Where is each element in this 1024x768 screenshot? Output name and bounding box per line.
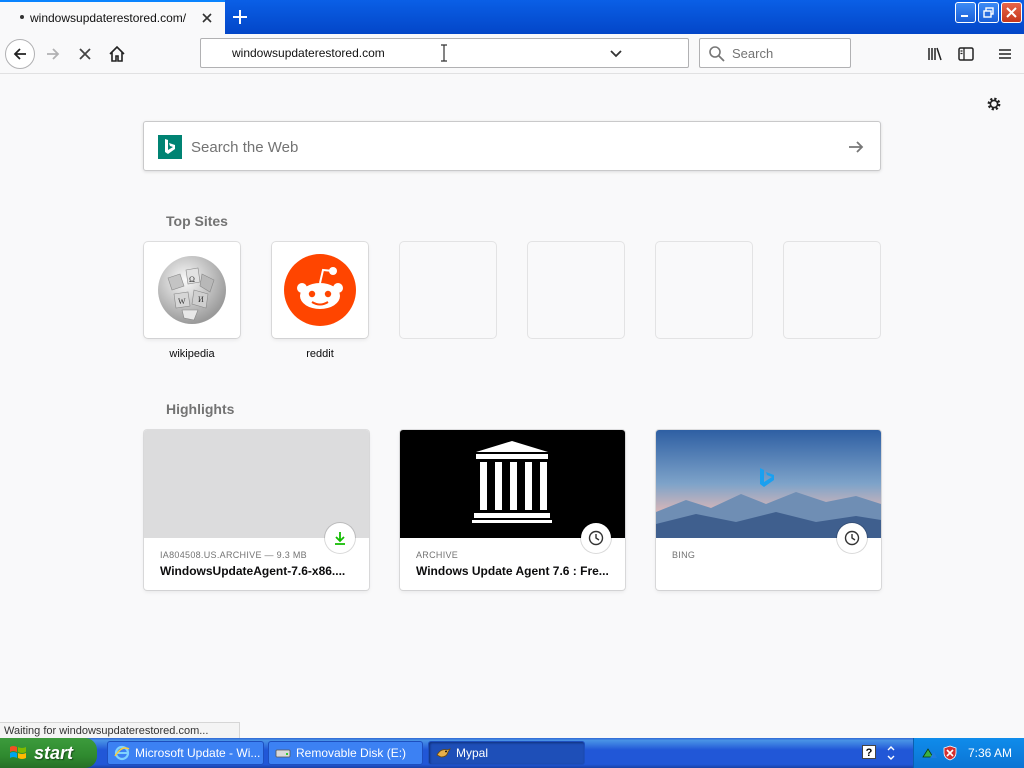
back-button[interactable] <box>5 39 35 69</box>
forward-arrow-icon <box>47 48 60 60</box>
library-button[interactable] <box>920 39 950 69</box>
top-site-label[interactable]: reddit <box>272 348 368 360</box>
url-bar[interactable]: windowsupdaterestored.com <box>200 38 689 68</box>
start-button[interactable]: start <box>0 738 97 768</box>
forward-button[interactable] <box>38 39 68 69</box>
svg-text:Ω: Ω <box>189 275 195 284</box>
top-site-tile-empty <box>400 242 496 338</box>
sidebar-button[interactable] <box>951 39 981 69</box>
web-search-box[interactable]: Search the Web <box>143 121 881 171</box>
mypal-bird-icon <box>436 748 451 758</box>
network-icon[interactable] <box>922 745 938 761</box>
tab-strip: windowsupdaterestored.com/ <box>0 0 1024 34</box>
tab-close-icon[interactable] <box>199 10 215 26</box>
top-site-tile-empty <box>784 242 880 338</box>
card-title: Windows Update Agent 7.6 : Fre... <box>416 564 609 578</box>
minimize-icon <box>961 15 968 17</box>
card-thumbnail <box>400 430 625 538</box>
bing-logo-icon <box>158 135 182 159</box>
top-site-tile-wikipedia[interactable]: Ω W И <box>144 242 240 338</box>
search-icon <box>709 46 725 62</box>
svg-text:И: И <box>198 295 204 304</box>
chevron-down-icon[interactable] <box>608 46 624 62</box>
stop-x-icon <box>79 48 91 60</box>
clock[interactable]: 7:36 AM <box>968 746 1012 760</box>
tray-arrows-icon[interactable] <box>886 744 896 762</box>
url-text: windowsupdaterestored.com <box>232 46 385 60</box>
text-cursor-icon <box>441 44 447 62</box>
hamburger-menu-icon <box>999 49 1011 59</box>
card-thumbnail <box>144 430 369 538</box>
windows-flag-icon <box>10 746 26 759</box>
new-tab-icon[interactable] <box>230 7 250 27</box>
tab-active[interactable]: windowsupdaterestored.com/ <box>0 0 225 34</box>
card-thumbnail <box>656 430 881 538</box>
wikipedia-globe-icon: Ω W И <box>158 256 226 324</box>
removable-disk-icon <box>275 749 291 758</box>
home-button[interactable] <box>102 39 132 69</box>
taskbar-item[interactable]: Removable Disk (E:) <box>268 741 423 765</box>
svg-text:W: W <box>178 297 186 306</box>
web-search-placeholder: Search the Web <box>191 139 299 156</box>
internet-explorer-icon <box>114 745 130 761</box>
top-site-tile-empty <box>528 242 624 338</box>
clock-icon <box>588 530 604 546</box>
mountain-landscape-image <box>656 430 881 538</box>
stop-button[interactable] <box>70 39 100 69</box>
taskbar-item-label: Removable Disk (E:) <box>296 746 407 760</box>
minimize-button[interactable] <box>955 2 976 23</box>
start-label: start <box>34 742 74 763</box>
top-site-tile-reddit[interactable] <box>272 242 368 338</box>
taskbar-item-label: Mypal <box>456 746 489 760</box>
sidebar-icon <box>958 47 974 61</box>
highlight-card[interactable]: IA804508.US.ARCHIVE — 9.3 MB WindowsUpda… <box>144 430 369 590</box>
taskbar-item[interactable]: Microsoft Update - Wi... <box>107 741 264 765</box>
taskbar-item[interactable]: Mypal <box>428 741 585 765</box>
loading-dot-icon <box>20 15 24 19</box>
highlights-heading: Highlights <box>166 401 235 417</box>
card-title: WindowsUpdateAgent-7.6-x86.... <box>160 564 346 578</box>
home-icon <box>109 45 125 62</box>
card-source: IA804508.US.ARCHIVE — 9.3 MB <box>160 550 307 560</box>
arrow-right-icon[interactable] <box>846 137 866 157</box>
security-shield-icon[interactable] <box>942 745 958 761</box>
library-icon <box>928 47 942 61</box>
top-site-tile-empty <box>656 242 752 338</box>
window-controls <box>955 2 1022 23</box>
top-site-label[interactable]: wikipedia <box>144 348 240 360</box>
clock-icon <box>844 530 860 546</box>
search-placeholder: Search <box>732 46 774 61</box>
history-badge <box>837 523 867 553</box>
back-arrow-icon <box>13 48 26 60</box>
search-input[interactable]: Search <box>699 38 851 68</box>
top-sites-heading: Top Sites <box>166 213 228 229</box>
close-window-button[interactable] <box>1001 2 1022 23</box>
download-icon <box>335 532 345 545</box>
card-source: ARCHIVE <box>416 550 459 560</box>
restore-icon <box>983 7 994 18</box>
tab-title: windowsupdaterestored.com/ <box>30 11 187 25</box>
history-badge <box>581 523 611 553</box>
taskbar-item-label: Microsoft Update - Wi... <box>135 746 261 760</box>
taskbar: start Microsoft Update - Wi... Removable… <box>0 738 1024 768</box>
highlight-card[interactable]: ARCHIVE Windows Update Agent 7.6 : Fre..… <box>400 430 625 590</box>
reddit-alien-icon <box>284 254 356 326</box>
menu-button[interactable] <box>990 39 1020 69</box>
navigation-toolbar: windowsupdaterestored.com Search <box>0 34 1024 74</box>
status-text: Waiting for windowsupdaterestored.com... <box>0 722 240 738</box>
highlight-card[interactable]: BING <box>656 430 881 590</box>
restore-button[interactable] <box>978 2 999 23</box>
archive-building-icon <box>472 441 552 523</box>
help-icon[interactable]: ? <box>862 745 876 759</box>
card-source: BING <box>672 550 696 560</box>
system-tray: 7:36 AM <box>913 738 1024 768</box>
close-icon <box>1006 7 1017 18</box>
gear-icon[interactable] <box>985 95 1003 113</box>
download-badge <box>325 523 355 553</box>
